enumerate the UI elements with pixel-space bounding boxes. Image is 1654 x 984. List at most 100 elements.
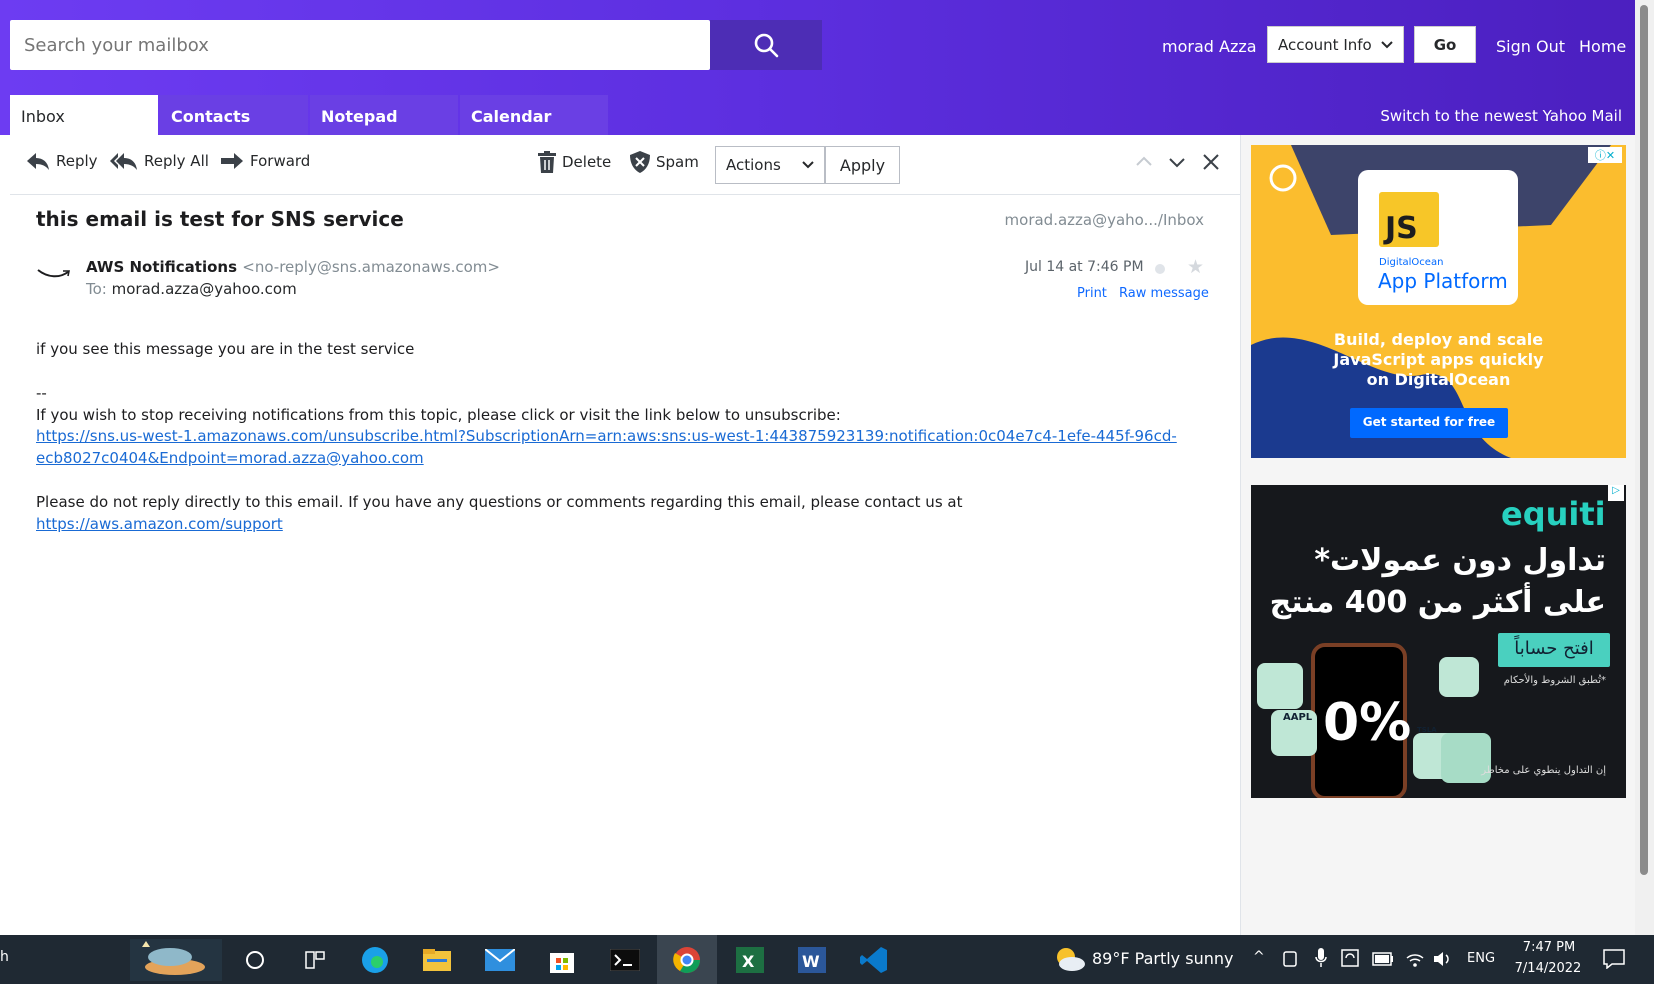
edge-browser-icon[interactable] <box>345 935 405 984</box>
ad2-ticker: TSLA <box>1417 726 1437 734</box>
ad2-risk-note: إن التداول ينطوي على مخاطر <box>1481 765 1606 776</box>
word-icon[interactable]: W <box>782 935 842 984</box>
sync-icon[interactable] <box>1341 949 1359 967</box>
battery-icon[interactable] <box>1372 952 1394 966</box>
notifications-icon[interactable] <box>1603 949 1625 969</box>
adchoices-icon[interactable]: ▷ <box>1608 485 1624 501</box>
spam-label: Spam <box>656 153 699 171</box>
chevron-down-icon <box>1381 40 1393 48</box>
cortana-icon[interactable] <box>225 935 285 984</box>
spam-button[interactable]: Spam <box>630 151 699 173</box>
read-status-dot[interactable] <box>1155 264 1165 274</box>
store-icon[interactable] <box>532 935 592 984</box>
adchoices-icon[interactable]: ⓘ✕ <box>1588 147 1622 163</box>
microphone-icon[interactable] <box>1315 948 1327 968</box>
ad2-cta-button[interactable]: افتح حساباً <box>1498 638 1610 659</box>
sender-name[interactable]: AWS Notifications <box>86 258 237 276</box>
chevron-down-icon <box>802 161 814 169</box>
vscode-icon[interactable] <box>844 935 904 984</box>
unsubscribe-link-part[interactable]: https://sns.us-west-1.amazonaws.com/unsu… <box>36 427 1177 445</box>
wifi-icon[interactable] <box>1405 950 1425 968</box>
ad2-headline: تداول دون عمولات* <box>1314 543 1606 578</box>
home-link[interactable]: Home <box>1579 37 1626 56</box>
weather-partly-sunny-icon[interactable] <box>1052 945 1086 973</box>
ad-digitalocean[interactable]: JS DigitalOcean App Platform Build, depl… <box>1251 145 1626 458</box>
star-icon[interactable]: ★ <box>1187 256 1204 278</box>
terminal-icon[interactable] <box>595 935 655 984</box>
tab-calendar[interactable]: Calendar <box>460 95 608 135</box>
actions-select[interactable]: Actions <box>715 146 825 184</box>
delete-label: Delete <box>562 153 612 171</box>
scrollbar-thumb[interactable] <box>1640 5 1648 875</box>
unsubscribe-link[interactable]: https://sns.us-west-1.amazonaws.com/unsu… <box>36 425 1196 447</box>
weather-text[interactable]: 89°F Partly sunny <box>1092 949 1233 968</box>
ad2-percent: 0% <box>1323 693 1412 753</box>
chrome-icon[interactable] <box>657 935 717 984</box>
reply-all-icon <box>110 153 137 170</box>
clock-time[interactable]: 7:47 PM <box>1519 940 1579 955</box>
excel-icon[interactable]: X <box>720 935 780 984</box>
sign-out-link[interactable]: Sign Out <box>1496 37 1565 56</box>
previous-message-icon[interactable] <box>1135 153 1153 171</box>
message-subject: this email is test for SNS service <box>36 207 404 231</box>
tab-inbox[interactable]: Inbox <box>10 95 158 135</box>
unsubscribe-link-part[interactable]: ecb8027c0404&Endpoint=morad.azza@yahoo.c… <box>36 449 424 467</box>
meet-now-icon[interactable] <box>1282 950 1298 968</box>
account-select[interactable]: Account Info <box>1267 26 1404 63</box>
body-line: If you wish to stop receiving notificati… <box>36 406 841 424</box>
ad1-product: App Platform <box>1378 269 1508 293</box>
mail-icon[interactable] <box>470 935 530 984</box>
forward-label: Forward <box>250 152 311 170</box>
raw-message-link[interactable]: Raw message <box>1119 286 1209 301</box>
search-button[interactable] <box>710 20 822 70</box>
apply-button[interactable]: Apply <box>825 146 900 184</box>
recipient-line: To: morad.azza@yahoo.com <box>86 280 297 298</box>
search-input[interactable] <box>10 20 710 70</box>
reply-all-label: Reply All <box>144 152 209 170</box>
folder-path: morad.azza@yaho.../Inbox <box>1004 211 1204 229</box>
volume-icon[interactable] <box>1433 950 1453 968</box>
ad1-brand: DigitalOcean <box>1379 257 1444 268</box>
svg-text:X: X <box>742 952 755 971</box>
file-explorer-icon[interactable] <box>407 935 467 984</box>
js-badge: JS <box>1385 211 1418 246</box>
sender-email: <no-reply@sns.amazonaws.com> <box>242 258 500 276</box>
next-message-icon[interactable] <box>1168 153 1186 171</box>
ad2-brand: equiti <box>1501 495 1606 533</box>
forward-button[interactable]: Forward <box>220 151 310 171</box>
reply-label: Reply <box>56 152 98 170</box>
unsubscribe-link-cont[interactable]: ecb8027c0404&Endpoint=morad.azza@yahoo.c… <box>36 447 1196 469</box>
actions-select-value: Actions <box>726 156 781 174</box>
tab-contacts[interactable]: Contacts <box>160 95 308 135</box>
support-link[interactable]: https://aws.amazon.com/support <box>36 515 283 533</box>
ad2-ticker: AAPL <box>1283 712 1313 723</box>
forward-icon <box>221 153 243 169</box>
reply-button[interactable]: Reply <box>26 151 98 171</box>
sender-block: AWS Notifications <no-reply@sns.amazonaw… <box>86 258 500 276</box>
switch-newest-link[interactable]: Switch to the newest Yahoo Mail <box>1380 107 1622 125</box>
search-edge-fragment: h <box>0 949 9 965</box>
amazon-smile-icon <box>37 269 70 278</box>
language-indicator[interactable]: ENG <box>1467 951 1495 966</box>
tab-notepad[interactable]: Notepad <box>310 95 458 135</box>
delete-button[interactable]: Delete <box>538 151 611 173</box>
ad2-terms: *تُطبق الشروط والأحكام <box>1503 675 1606 686</box>
show-hidden-icons-icon[interactable]: ^ <box>1253 949 1265 965</box>
spam-shield-icon <box>630 151 650 173</box>
svg-text:W: W <box>802 952 820 971</box>
clock-date[interactable]: 7/14/2022 <box>1508 961 1588 976</box>
to-label: To: <box>86 280 107 298</box>
task-view-icon[interactable] <box>285 935 345 984</box>
reply-all-button[interactable]: Reply All <box>110 151 209 171</box>
body-line: if you see this message you are in the t… <box>36 340 415 358</box>
search-highlight-icon[interactable] <box>130 939 222 981</box>
close-icon[interactable] <box>1202 153 1220 171</box>
account-select-value: Account Info <box>1278 35 1372 54</box>
body-line: Please do not reply directly to this ema… <box>36 491 1196 535</box>
body-separator: -- <box>36 384 47 402</box>
message-date: Jul 14 at 7:46 PM <box>1025 259 1144 275</box>
print-link[interactable]: Print <box>1077 286 1107 301</box>
go-button[interactable]: Go <box>1414 26 1476 63</box>
ad1-cta-button[interactable]: Get started for free <box>1350 415 1508 429</box>
ad-equiti[interactable]: equiti تداول دون عمولات* على أكثر من 400… <box>1251 485 1626 798</box>
